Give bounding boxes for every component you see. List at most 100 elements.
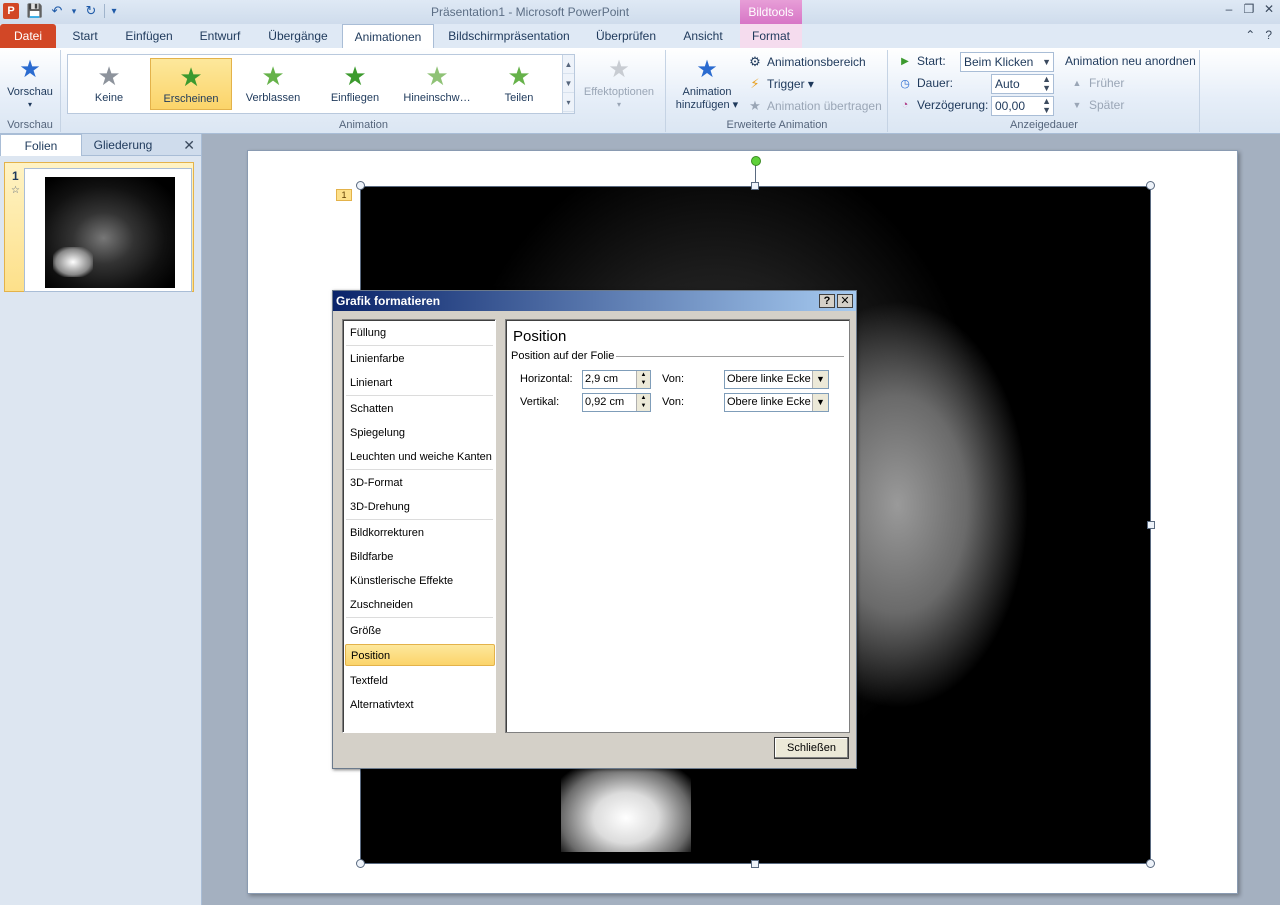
nav-glow-soft-edges[interactable]: Leuchten und weiche Kanten [345, 446, 495, 468]
minimize-ribbon-icon[interactable]: ⌃ [1245, 28, 1255, 42]
nav-text-box[interactable]: Textfeld [345, 670, 495, 692]
handle-bottom-left[interactable] [356, 859, 365, 868]
nav-3d-format[interactable]: 3D-Format [345, 472, 495, 494]
animation-none[interactable]: ★ Keine [68, 58, 150, 110]
animation-label: Verblassen [245, 92, 301, 104]
nav-artistic-effects[interactable]: Künstlerische Effekte [345, 570, 495, 592]
move-later-button[interactable]: ▼ Später [1069, 98, 1125, 112]
close-window-icon[interactable]: ✕ [1262, 2, 1276, 16]
tab-animations[interactable]: Animationen [342, 24, 434, 48]
gallery-up-icon[interactable]: ▲ [563, 55, 574, 74]
ribbon: ★ Vorschau ▾ Vorschau ★ Keine ★ Erschein… [0, 48, 1280, 134]
handle-top[interactable] [751, 182, 759, 190]
minimize-icon[interactable]: – [1222, 2, 1236, 16]
dialog-close-button[interactable]: ✕ [837, 294, 853, 308]
vertical-spinner-icon[interactable]: ▲ ▼ [636, 394, 650, 411]
horizontal-spinner-icon[interactable]: ▲ ▼ [636, 371, 650, 388]
start-dropdown[interactable]: Beim Klicken ▼ [960, 52, 1054, 72]
animation-painter-button[interactable]: ★ Animation übertragen [747, 98, 882, 114]
move-later-icon: ▼ [1072, 100, 1082, 110]
close-pane-icon[interactable]: ✕ [183, 137, 195, 154]
slide-thumbnail-1[interactable]: 1 ☆ [4, 162, 194, 292]
help-icon[interactable]: ? [1265, 28, 1272, 42]
star-gray-icon: ★ [97, 61, 121, 91]
animation-pane-label: Animationsbereich [767, 55, 866, 69]
tab-outline[interactable]: Gliederung [82, 134, 164, 156]
effect-options-star-icon: ★ [608, 56, 630, 83]
restore-icon[interactable]: ❐ [1242, 2, 1256, 16]
group-label-timing: Anzeigedauer [1010, 119, 1078, 131]
nav-reflection[interactable]: Spiegelung [345, 422, 495, 444]
animation-painter-label: Animation übertragen [767, 99, 882, 113]
vertical-input[interactable]: 0,92 cm ▲ ▼ [582, 393, 651, 412]
chevron-down-icon[interactable]: ▼ [812, 394, 828, 411]
duration-spinner-icon[interactable]: ▲ ▼ [1042, 75, 1051, 93]
dialog-help-button[interactable]: ? [819, 294, 835, 308]
xray-bright-region [561, 767, 691, 852]
horizontal-label: Horizontal: [520, 373, 573, 385]
tab-slides[interactable]: Folien [0, 134, 82, 156]
vertical-value: 0,92 cm [585, 396, 625, 408]
nav-shadow[interactable]: Schatten [345, 398, 495, 420]
add-animation-button[interactable]: ★ Animation hinzufügen ▾ [671, 56, 743, 111]
nav-line-color[interactable]: Linienfarbe [345, 348, 495, 370]
nav-picture-color[interactable]: Bildfarbe [345, 546, 495, 568]
animation-float-in[interactable]: ★ Hineinschw… [396, 58, 478, 110]
gallery-scrollbar[interactable]: ▲ ▼ ▾ [562, 55, 574, 113]
handle-top-right[interactable] [1146, 181, 1155, 190]
handle-right[interactable] [1147, 521, 1155, 529]
gallery-down-icon[interactable]: ▼ [563, 74, 574, 93]
trigger-button[interactable]: ⚡ Trigger ▾ [747, 76, 814, 92]
move-earlier-button[interactable]: ▲ Früher [1069, 76, 1125, 90]
rotation-handle[interactable] [751, 156, 761, 166]
nav-alt-text[interactable]: Alternativtext [345, 694, 495, 716]
nav-position[interactable]: Position [345, 644, 495, 666]
dialog-title-bar[interactable]: Grafik formatieren ? ✕ [333, 291, 856, 311]
nav-picture-corrections[interactable]: Bildkorrekturen [345, 522, 495, 544]
nav-crop[interactable]: Zuschneiden [345, 594, 495, 616]
nav-fill[interactable]: Füllung [345, 322, 495, 344]
preview-button[interactable]: ★ Vorschau ▾ [4, 56, 56, 110]
animation-fly-in[interactable]: ★ Einfliegen [314, 58, 396, 110]
delay-label: Verzögerung: [917, 98, 989, 112]
animation-order-tag[interactable]: 1 [336, 189, 352, 201]
handle-bottom[interactable] [751, 860, 759, 868]
start-dropdown-arrow-icon: ▼ [1042, 57, 1051, 67]
panel-heading: Position [513, 328, 567, 345]
animation-split[interactable]: ★ Teilen [478, 58, 560, 110]
tab-format[interactable]: Format [740, 24, 802, 48]
tab-slideshow[interactable]: Bildschirmpräsentation [440, 24, 578, 48]
nav-size[interactable]: Größe [345, 620, 495, 642]
tab-file[interactable]: Datei [0, 24, 56, 48]
from-dropdown-horizontal[interactable]: Obere linke Ecke ▼ [724, 370, 829, 389]
tab-view[interactable]: Ansicht [674, 24, 732, 48]
from-dropdown-vertical[interactable]: Obere linke Ecke ▼ [724, 393, 829, 412]
nav-3d-rotation[interactable]: 3D-Drehung [345, 496, 495, 518]
tab-insert[interactable]: Einfügen [114, 24, 184, 48]
delay-input[interactable]: 00,00 ▲ ▼ [991, 96, 1054, 116]
close-button[interactable]: Schließen [774, 737, 849, 759]
animation-pane-button[interactable]: ⚙ Animationsbereich [747, 54, 866, 70]
tab-start[interactable]: Start [62, 24, 108, 48]
handle-bottom-right[interactable] [1146, 859, 1155, 868]
tab-review[interactable]: Überprüfen [586, 24, 666, 48]
effect-options-button[interactable]: ★ Effektoptionen ▾ [578, 56, 660, 110]
tab-design[interactable]: Entwurf [190, 24, 250, 48]
preview-dropdown-icon: ▾ [27, 100, 32, 109]
gallery-more-icon[interactable]: ▾ [563, 93, 574, 112]
nav-line-style[interactable]: Linienart [345, 372, 495, 394]
from-label-horizontal: Von: [662, 373, 685, 385]
chevron-down-icon[interactable]: ▼ [812, 371, 828, 388]
tab-transitions[interactable]: Übergänge [258, 24, 338, 48]
from-value-vertical: Obere linke Ecke [727, 396, 811, 408]
star-green-icon: ★ [507, 61, 531, 91]
duration-input[interactable]: Auto ▲ ▼ [991, 74, 1054, 94]
animation-appear[interactable]: ★ Erscheinen [150, 58, 232, 110]
animation-fade[interactable]: ★ Verblassen [232, 58, 314, 110]
duration-label: Dauer: [917, 76, 954, 90]
delay-spinner-icon[interactable]: ▲ ▼ [1042, 97, 1051, 115]
thumbnail-xray-image [45, 177, 175, 288]
handle-top-left[interactable] [356, 181, 365, 190]
add-animation-star-icon: ★ [696, 56, 718, 83]
horizontal-input[interactable]: 2,9 cm ▲ ▼ [582, 370, 651, 389]
